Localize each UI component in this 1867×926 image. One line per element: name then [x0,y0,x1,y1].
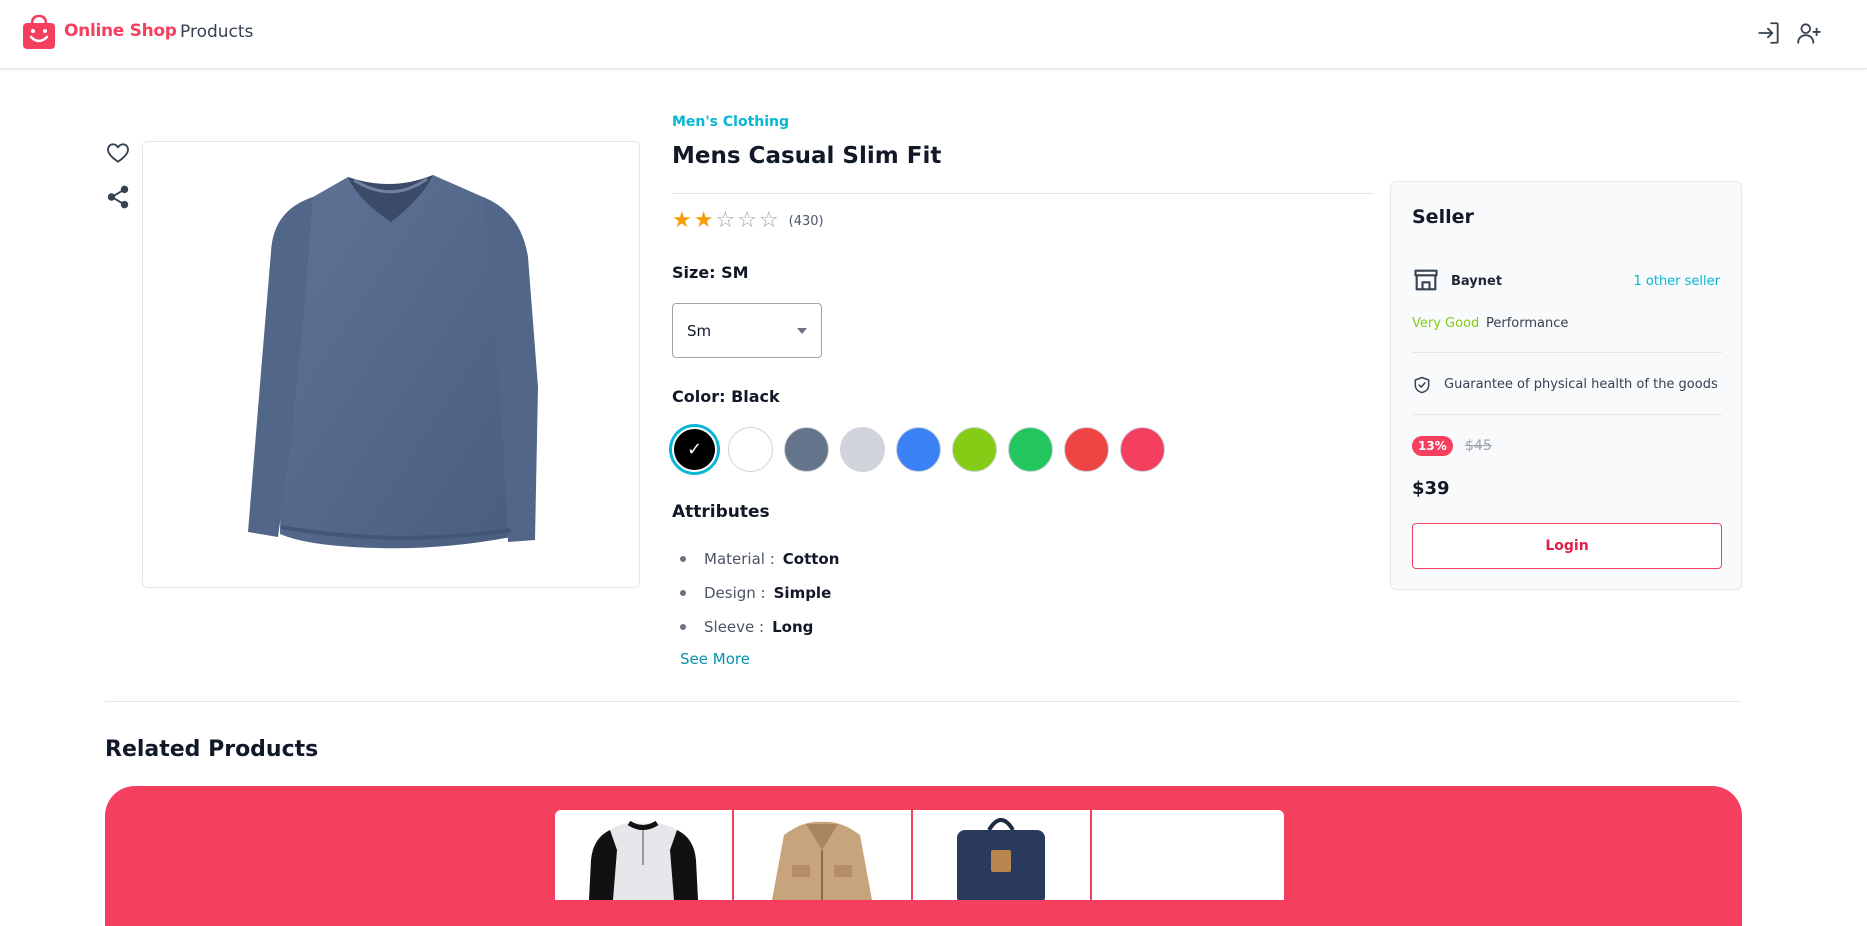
size-select[interactable]: Sm [672,303,822,358]
attribute-item: Design : Simple [680,576,839,610]
color-swatch[interactable] [1120,427,1165,472]
related-product-card[interactable] [734,810,911,900]
section-divider [105,701,1742,702]
related-product-card[interactable] [555,810,732,900]
color-swatch[interactable] [728,427,773,472]
product-title: Mens Casual Slim Fit [672,143,942,169]
user-plus-icon[interactable] [1796,20,1822,46]
attribute-value: Long [772,618,814,636]
login-icon[interactable] [1756,20,1782,46]
color-swatch[interactable] [784,427,829,472]
title-divider [672,193,1374,194]
related-product-image [772,821,872,900]
heart-icon[interactable] [105,140,131,166]
see-more-link[interactable]: See More [680,650,750,668]
star-empty-icon: ☆ [737,208,757,233]
color-swatches: ✓ [672,427,1165,472]
color-swatch[interactable] [1008,427,1053,472]
related-products-title: Related Products [105,737,319,762]
store-icon [1414,269,1438,291]
shopping-bag-icon [23,14,55,49]
related-product-card[interactable] [913,810,1090,900]
discount-badge: 13% [1412,436,1453,456]
shield-check-icon [1414,376,1430,394]
guarantee-text: Guarantee of physical health of the good… [1444,377,1718,392]
seller-divider [1412,414,1722,415]
related-product-image [589,820,698,900]
star-filled-icon: ★ [693,208,714,233]
old-price: $45 [1465,438,1492,454]
review-count[interactable]: (430) [789,214,824,229]
nav-products-link[interactable]: Products [180,22,253,42]
size-label: Size: SM [672,263,749,282]
brand-name: Online Shop [64,21,177,41]
login-button[interactable]: Login [1412,523,1722,569]
seller-title: Seller [1412,206,1474,228]
attributes-list: Material : Cotton Design : Simple Sleeve… [680,542,839,644]
color-label: Color: Black [672,387,780,406]
color-swatch[interactable] [840,427,885,472]
rating-stars: ★ ★ ☆ ☆ ☆ (430) [672,210,824,232]
related-product-image [957,818,1045,900]
brand-logo[interactable]: Online Shop [20,12,177,50]
attributes-title: Attributes [672,502,770,522]
chevron-down-icon [797,327,807,334]
product-image[interactable] [143,142,639,587]
other-sellers-link[interactable]: 1 other seller [1633,274,1720,289]
top-header: Online Shop Products [0,0,1867,69]
performance-label: Performance [1486,316,1569,331]
product-category-link[interactable]: Men's Clothing [672,114,789,130]
related-products-carousel [555,810,1284,900]
color-swatch[interactable]: ✓ [672,427,717,472]
attribute-value: Simple [773,584,832,602]
seller-card: Seller Baynet 1 other seller Very Good P… [1390,181,1742,590]
attribute-value: Cotton [782,550,840,568]
current-price: $39 [1412,478,1450,499]
attribute-item: Sleeve : Long [680,610,839,644]
performance-rating: Very Good [1412,316,1480,331]
attribute-name: Design : [704,584,766,602]
star-filled-icon: ★ [672,208,692,233]
attribute-name: Material : [704,550,775,568]
size-select-value: Sm [687,321,712,340]
star-empty-icon: ☆ [715,208,736,233]
color-swatch[interactable] [1064,427,1109,472]
related-product-card[interactable] [1092,810,1284,900]
attribute-item: Material : Cotton [680,542,839,576]
check-icon: ✓ [686,439,703,460]
color-swatch[interactable] [952,427,997,472]
product-image-frame [142,141,640,588]
attribute-name: Sleeve : [704,618,765,636]
star-empty-icon: ☆ [758,208,779,233]
color-swatch[interactable] [896,427,941,472]
share-icon[interactable] [105,184,131,210]
seller-divider [1412,352,1722,353]
seller-name[interactable]: Baynet [1451,274,1502,289]
